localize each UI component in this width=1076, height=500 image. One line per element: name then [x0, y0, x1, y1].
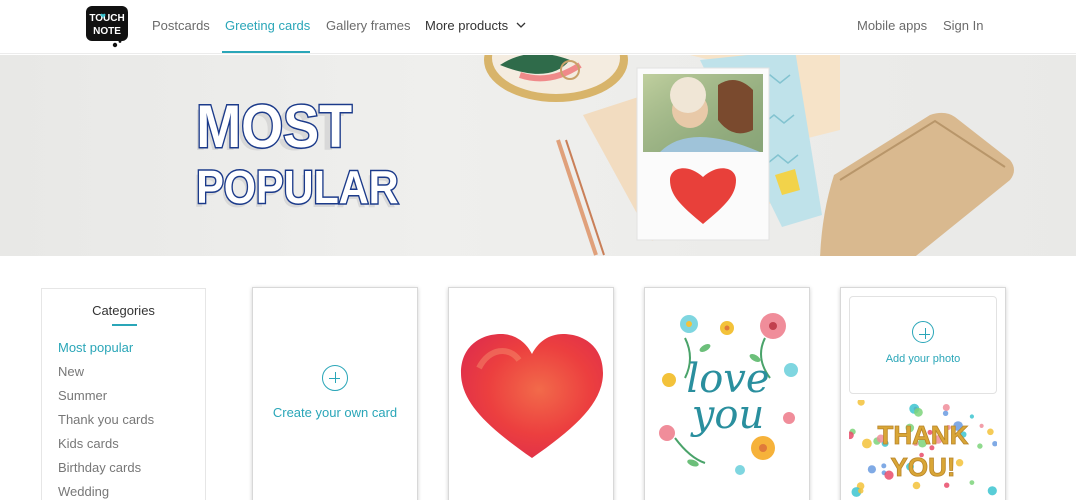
plus-circle-icon: [322, 365, 348, 391]
categories-title: Categories: [92, 303, 155, 318]
svg-text:TOUCH: TOUCH: [89, 13, 124, 24]
chevron-down-icon: [516, 22, 526, 28]
svg-text:THANK: THANK: [878, 420, 969, 450]
watercolor-heart-art: [461, 334, 603, 458]
hero-banner: MOST POPULAR MOST POPULAR: [0, 55, 1076, 256]
category-item[interactable]: Wedding: [58, 484, 109, 499]
banner-headline: MOST POPULAR: [195, 92, 400, 215]
sign-in-link[interactable]: Sign In: [943, 18, 983, 33]
create-card-label: Create your own card: [272, 405, 398, 420]
categories-title-underline: [112, 324, 137, 326]
plus-circle-icon: [912, 321, 934, 343]
add-photo-label: Add your photo: [885, 353, 961, 365]
add-photo-area[interactable]: Add your photo: [849, 296, 997, 394]
categories-sidebar: Categories Most popular New Summer Thank yo…: [41, 288, 206, 500]
nav-more-products-label: More products: [425, 18, 509, 33]
svg-text:you: you: [690, 392, 764, 438]
svg-text:YOU!: YOU!: [891, 452, 956, 482]
svg-text:POPULAR: POPULAR: [196, 162, 398, 214]
category-item[interactable]: Summer: [58, 388, 107, 403]
create-your-own-card[interactable]: Create your own card: [252, 287, 418, 500]
category-item[interactable]: Birthday cards: [58, 460, 141, 475]
nav-more-products[interactable]: More products: [425, 18, 526, 33]
active-nav-indicator: [222, 51, 310, 53]
touchnote-logo[interactable]: TOUCH NOTE: [85, 5, 129, 49]
card-love-you[interactable]: love you: [644, 287, 810, 500]
nav-postcards[interactable]: Postcards: [152, 18, 210, 33]
category-item[interactable]: Kids cards: [58, 436, 119, 451]
category-item[interactable]: Most popular: [58, 340, 133, 355]
top-navigation-bar: TOUCH NOTE Postcards Greeting cards Gall…: [0, 0, 1076, 54]
svg-text:NOTE: NOTE: [93, 26, 121, 37]
nav-mobile-apps[interactable]: Mobile apps: [857, 18, 927, 33]
nav-greeting-cards[interactable]: Greeting cards: [225, 18, 310, 33]
banner-illustration: MOST POPULAR MOST POPULAR: [194, 55, 1014, 256]
svg-text:MOST: MOST: [196, 93, 352, 160]
thank-you-art: THANK YOU!: [849, 400, 997, 498]
nav-gallery-frames[interactable]: Gallery frames: [326, 18, 411, 33]
card-thank-you-photo[interactable]: Add your photo THANK YOU!: [840, 287, 1006, 500]
love-you-floral-art: love you: [659, 313, 798, 475]
card-watercolor-heart[interactable]: [448, 287, 614, 500]
category-item[interactable]: New: [58, 364, 84, 379]
category-item[interactable]: Thank you cards: [58, 412, 154, 427]
